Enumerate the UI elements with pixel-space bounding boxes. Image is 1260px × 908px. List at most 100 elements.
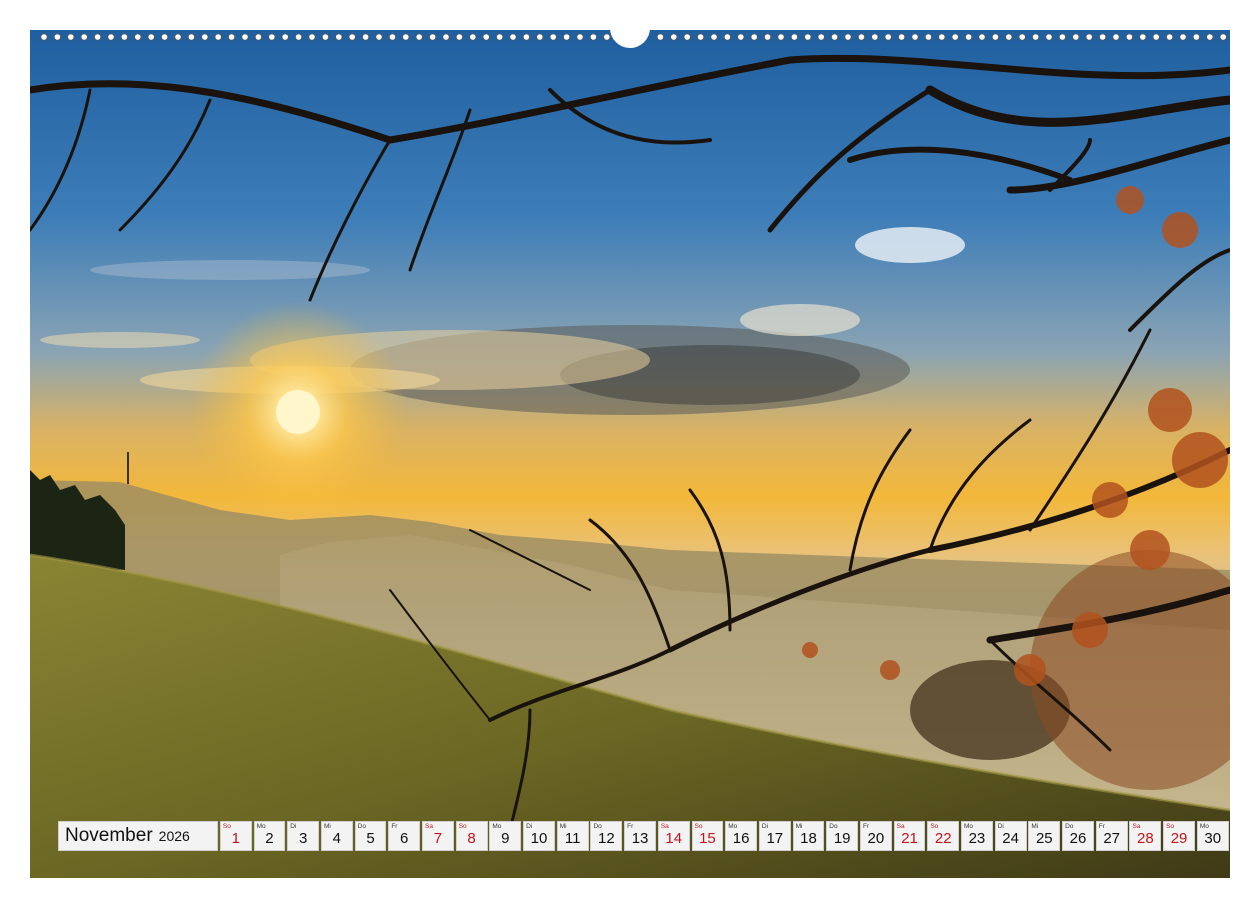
weekday-label: Mo: [492, 823, 502, 830]
spiral-ring: [656, 33, 665, 41]
spiral-ring: [1125, 33, 1134, 41]
day-cell: Mo 9: [489, 821, 522, 851]
year: 2026: [158, 828, 190, 844]
weekday-label: Mi: [559, 823, 567, 830]
day-number: 15: [699, 830, 716, 847]
day-number: 20: [867, 830, 885, 847]
weekday-label: Sa: [1132, 823, 1141, 830]
day-cell: Di 24: [994, 821, 1027, 851]
day-cell: Sa 28: [1129, 821, 1162, 851]
spiral-ring: [951, 33, 959, 41]
calendar-strip: November 2026 So 1 Mo 2 Di 3 Mi 4 Do 5 Fr 6 Sa 7 So 8 Mo…: [58, 821, 1229, 851]
spiral-ring: [80, 33, 88, 41]
spiral-ring: [268, 33, 276, 41]
spiral-ring: [134, 33, 142, 41]
day-number: 10: [530, 830, 548, 847]
day-number: 22: [934, 830, 952, 847]
spiral-ring: [522, 33, 530, 41]
weekday-label: Di: [290, 823, 297, 830]
day-cell: Fr 13: [624, 821, 656, 851]
spiral-ring: [147, 33, 155, 41]
spiral-ring: [1112, 33, 1120, 41]
spiral-ring: [750, 33, 758, 41]
spiral-ring: [1152, 33, 1160, 41]
spiral-ring: [1018, 33, 1026, 41]
spiral-ring: [1179, 33, 1187, 41]
spiral-ring: [120, 33, 129, 41]
spiral-ring: [375, 33, 383, 41]
spiral-ring: [335, 33, 343, 41]
day-cell: Sa 7: [422, 821, 454, 851]
spiral-ring: [1085, 33, 1093, 41]
day-number: 28: [1137, 830, 1154, 847]
weekday-label: Do: [1065, 823, 1074, 830]
spiral-ring: [254, 33, 262, 41]
day-number: 27: [1103, 830, 1120, 847]
day-number: 2: [265, 830, 274, 847]
day-cell: Do 12: [590, 821, 623, 851]
day-number: 3: [298, 830, 308, 847]
weekday-label: Do: [357, 823, 366, 830]
day-number: 12: [598, 830, 615, 847]
spiral-ring: [576, 33, 584, 41]
weekday-label: Mo: [1199, 823, 1209, 830]
spiral-ring: [442, 33, 450, 41]
spiral-ring: [281, 33, 289, 41]
spiral-ring: [830, 33, 839, 41]
month-name: November: [65, 825, 153, 846]
spiral-ring: [964, 33, 973, 41]
spiral-ring: [509, 33, 517, 41]
spiral-ring: [94, 33, 102, 41]
day-number: 6: [400, 830, 409, 847]
spiral-ring: [308, 33, 316, 41]
spiral-ring: [884, 33, 892, 41]
weekday-label: Sa: [425, 823, 433, 830]
day-cell: Mo 23: [961, 821, 993, 851]
spiral-ring: [1206, 33, 1214, 41]
day-cell: So 29: [1163, 821, 1195, 851]
day-cell: Fr 27: [1095, 821, 1128, 851]
weekday-label: Mi: [795, 823, 803, 830]
spiral-ring: [348, 33, 356, 41]
day-number: 24: [1002, 830, 1019, 847]
spiral-ring: [1099, 33, 1107, 41]
spiral-ring: [455, 33, 463, 41]
spiral-ring: [321, 33, 329, 41]
day-number: 30: [1204, 830, 1222, 847]
spiral-ring: [415, 33, 423, 41]
day-number: 4: [332, 830, 342, 847]
day-cell: Mi 4: [320, 821, 353, 851]
spiral-ring: [723, 33, 732, 41]
day-cell: So 1: [219, 821, 252, 851]
weekday-label: So: [1166, 823, 1175, 830]
spiral-ring: [978, 33, 986, 41]
weekday-label: Mo: [728, 823, 738, 830]
spiral-ring: [938, 33, 946, 41]
day-cell: Fr 20: [859, 821, 892, 851]
day-cell: So 22: [927, 821, 960, 851]
day-number: 9: [501, 830, 510, 847]
spiral-ring: [214, 33, 222, 41]
day-cell: So 15: [691, 821, 724, 851]
spiral-ring: [107, 33, 115, 41]
weekday-label: Mi: [323, 823, 331, 830]
spiral-ring: [1192, 33, 1201, 41]
spiral-ring: [469, 33, 477, 41]
spiral-ring: [737, 33, 745, 41]
spiral-ring: [495, 33, 504, 41]
spiral-ring: [241, 33, 249, 41]
spiral-ring: [361, 33, 370, 41]
spiral-ring: [562, 33, 571, 41]
spiral-ring: [1005, 33, 1013, 41]
spiral-ring: [857, 33, 866, 41]
spiral-ring: [549, 33, 557, 41]
day-number: 5: [366, 830, 375, 847]
spiral-ring: [1139, 33, 1147, 41]
day-cell: Mo 16: [725, 821, 757, 851]
weekday-label: Sa: [660, 823, 669, 830]
day-cell: Di 10: [523, 821, 555, 851]
spiral-ring: [294, 33, 303, 41]
weekday-label: Do: [593, 823, 602, 830]
spiral-ring: [428, 33, 437, 41]
weekday-label: Di: [761, 823, 769, 830]
